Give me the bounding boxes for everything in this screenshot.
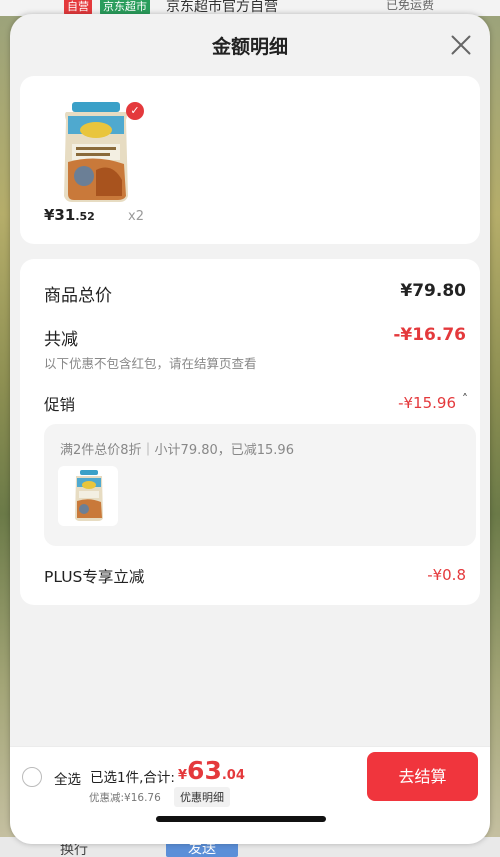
promotion-value[interactable]: -¥15.96: [398, 394, 456, 412]
close-icon[interactable]: [450, 34, 472, 56]
promotion-rule: 满2件总价8折｜小计79.80，已减15.96: [60, 443, 294, 458]
rice-bag-icon: [75, 470, 103, 521]
total-currency: ¥: [178, 768, 188, 783]
promotion-label: 促销: [44, 396, 76, 414]
promotion-product-thumb[interactable]: [58, 466, 118, 526]
product-price-int: ¥31: [44, 206, 76, 224]
home-indicator[interactable]: [156, 816, 326, 822]
total-int: 63: [187, 756, 222, 785]
selected-check-icon[interactable]: ✓: [126, 102, 144, 120]
product-card: ✓ ¥31.52 x2: [20, 76, 480, 244]
self-operated-tag: 自营: [64, 0, 92, 15]
promotion-box: 满2件总价8折｜小计79.80，已减15.96: [44, 424, 476, 546]
checkout-button[interactable]: 去结算: [367, 752, 478, 801]
product-price: ¥31.52: [44, 206, 95, 224]
plus-discount-value: -¥0.8: [427, 566, 466, 584]
supermarket-tag: 京东超市: [100, 0, 150, 15]
checkout-footer: 全选 已选1件,合计: ¥63.04 优惠减:¥16.76 优惠明细 去结算: [10, 746, 490, 844]
shipping-status: 已免运费: [386, 0, 435, 12]
product-quantity: x2: [128, 209, 144, 224]
total-price-value: ¥79.80: [400, 281, 466, 301]
select-all-label[interactable]: 全选: [54, 768, 81, 788]
rice-bag-image[interactable]: [56, 100, 136, 204]
discount-note: 优惠减:¥16.76: [89, 792, 161, 804]
price-detail-card: 商品总价 ¥79.80 共减 -¥16.76 以下优惠不包含红包，请在结算页查看…: [20, 259, 480, 605]
product-price-decimal: .52: [75, 210, 95, 223]
total-decimal: .04: [221, 768, 245, 783]
chevron-up-icon[interactable]: ˄: [462, 392, 468, 406]
reduction-label: 共减: [44, 330, 78, 350]
total-price-label: 商品总价: [44, 286, 112, 306]
select-all-radio[interactable]: [22, 767, 42, 787]
discount-detail-button[interactable]: 优惠明细: [174, 787, 230, 807]
selected-info: 已选1件,合计:: [90, 770, 175, 786]
reduction-value: -¥16.76: [393, 325, 466, 345]
sheet-title: 金额明细: [211, 36, 288, 58]
plus-discount-label: PLUS专享立减: [44, 568, 145, 586]
total-amount: ¥63.04: [178, 756, 245, 785]
reduction-note: 以下优惠不包含红包，请在结算页查看: [44, 356, 257, 371]
amount-detail-sheet: 金额明细 ✓ ¥31.52 x2 商品总价 ¥79.80 共减 -¥16.76 …: [10, 14, 490, 844]
sheet-header: 金额明细: [10, 14, 490, 76]
